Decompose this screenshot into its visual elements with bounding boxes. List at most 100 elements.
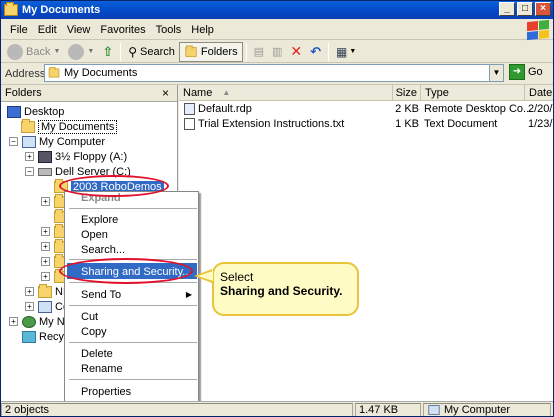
back-button[interactable]: Back ▼ <box>3 42 64 62</box>
expand-icon[interactable]: + <box>41 257 50 266</box>
title-bar[interactable]: My Documents _ □ × <box>1 1 553 19</box>
computer-icon <box>428 405 440 415</box>
minimize-button[interactable]: _ <box>499 2 515 16</box>
tree-item-recycle-bin[interactable]: Recyc <box>22 329 70 344</box>
file-date: 2/20/2 <box>528 102 553 115</box>
file-type: Text Document <box>424 117 498 130</box>
text-file-icon <box>184 117 195 130</box>
callout-pointer-fill <box>198 271 213 281</box>
desktop-icon <box>7 105 21 118</box>
go-button[interactable]: ➜ Go <box>509 64 543 80</box>
menu-item-explore[interactable]: Explore <box>81 212 118 227</box>
undo-icon: ↶ <box>310 43 322 59</box>
menu-file[interactable]: File <box>5 24 33 36</box>
views-button[interactable]: ▦ ▼ <box>332 42 360 62</box>
undo-button[interactable]: ↶ <box>306 42 325 62</box>
menu-strip <box>65 192 69 402</box>
floppy-icon <box>38 150 52 163</box>
menu-bar: File Edit View Favorites Tools Help <box>1 20 553 40</box>
copy-to-button[interactable]: ▥ <box>268 42 286 62</box>
address-input[interactable]: My Documents ▼ <box>44 64 504 82</box>
sort-ascending-icon: ▲ <box>222 88 231 97</box>
status-location: My Computer <box>423 403 551 416</box>
status-bar: 2 objects 1.47 KB My Computer <box>1 401 553 416</box>
delete-button[interactable]: ✕ <box>286 42 306 62</box>
status-size: 1.47 KB <box>355 403 421 416</box>
tree-item-my-computer[interactable]: − My Computer <box>9 134 105 149</box>
network-icon <box>22 315 36 328</box>
close-button[interactable]: × <box>535 2 551 16</box>
column-header-type[interactable]: Type <box>421 85 525 101</box>
menu-separator <box>69 208 197 209</box>
folders-button[interactable]: Folders <box>178 41 243 62</box>
menu-item-send-to[interactable]: Send To <box>81 287 121 302</box>
menu-separator <box>69 379 197 380</box>
menu-help[interactable]: Help <box>186 24 219 36</box>
chevron-down-icon: ▼ <box>53 48 61 55</box>
highlight-ellipse-folder <box>59 175 169 197</box>
toolbar: Back ▼ ▼ ⇧ ⚲ Search Folders ▤ ▥ ✕ ↶ ▦ ▼ <box>1 41 553 63</box>
windows-logo-icon <box>527 19 549 41</box>
search-icon: ⚲ <box>128 44 138 59</box>
column-header-size[interactable]: Size <box>393 85 421 101</box>
up-folder-button[interactable]: ⇧ <box>98 42 117 62</box>
column-header-date-modified[interactable]: Date M <box>525 85 553 101</box>
expand-icon[interactable]: + <box>9 317 18 326</box>
control-panel-icon <box>38 300 52 313</box>
highlight-ellipse-menu-item <box>59 258 193 284</box>
menu-item-rename[interactable]: Rename <box>81 361 123 376</box>
menu-edit[interactable]: Edit <box>33 24 62 36</box>
column-header-name[interactable]: Name ▲ <box>179 85 393 101</box>
views-icon: ▦ <box>336 44 348 59</box>
explorer-window: My Documents _ □ × File Edit View Favori… <box>0 0 554 417</box>
menu-item-delete[interactable]: Delete <box>81 346 113 361</box>
move-to-button[interactable]: ▤ <box>250 42 268 62</box>
file-date: 1/23/2 <box>528 117 553 130</box>
address-label: Address <box>5 67 46 80</box>
tree-item-my-documents[interactable]: My Documents <box>21 118 118 134</box>
drive-icon <box>38 167 52 176</box>
file-type: Remote Desktop Co... <box>424 102 533 115</box>
expand-icon[interactable]: + <box>25 287 34 296</box>
tree-item-co[interactable]: + Co <box>25 299 69 314</box>
expand-icon[interactable]: + <box>25 302 34 311</box>
expand-icon[interactable]: + <box>41 272 50 281</box>
search-button[interactable]: ⚲ Search <box>124 42 179 62</box>
menu-item-copy[interactable]: Copy <box>81 324 107 339</box>
menu-item-search[interactable]: Search... <box>81 242 125 257</box>
expand-icon[interactable]: + <box>41 227 50 236</box>
menu-tools[interactable]: Tools <box>151 24 187 36</box>
copy-to-icon: ▥ <box>272 46 283 58</box>
menu-item-cut[interactable]: Cut <box>81 309 98 324</box>
file-size: 2 KB <box>395 102 419 115</box>
forward-button[interactable]: ▼ <box>64 42 98 62</box>
folder-icon <box>21 118 35 133</box>
tree-item-my-network[interactable]: + My Ne <box>9 314 71 329</box>
menu-item-properties[interactable]: Properties <box>81 384 131 399</box>
file-list-pane: Name ▲ Size Type Date M Default.rdp 2 KB… <box>179 85 553 401</box>
address-dropdown-button[interactable]: ▼ <box>489 65 503 81</box>
submenu-arrow-icon: ▶ <box>185 290 192 299</box>
close-folders-pane-button[interactable]: × <box>162 86 169 100</box>
menu-view[interactable]: View <box>62 24 96 36</box>
collapse-icon[interactable]: − <box>9 137 18 146</box>
menu-favorites[interactable]: Favorites <box>95 24 150 36</box>
maximize-button[interactable]: □ <box>517 2 533 16</box>
back-arrow-icon <box>7 43 23 60</box>
collapse-icon[interactable]: − <box>25 167 34 176</box>
folder-icon <box>4 2 18 16</box>
expand-icon[interactable]: + <box>41 197 50 206</box>
up-arrow-icon: ⇧ <box>102 43 114 59</box>
expand-icon[interactable]: + <box>41 242 50 251</box>
tree-item-desktop[interactable]: Desktop <box>7 104 64 119</box>
status-object-count: 2 objects <box>1 403 353 416</box>
forward-arrow-icon <box>68 43 85 60</box>
file-row[interactable]: Trial Extension Instructions.txt <box>184 116 344 131</box>
file-row[interactable]: Default.rdp <box>184 101 252 116</box>
tree-item-floppy[interactable]: + 3½ Floppy (A:) <box>25 149 127 164</box>
file-size: 1 KB <box>395 117 419 130</box>
chevron-down-icon: ▼ <box>87 48 95 55</box>
menu-separator <box>69 342 197 343</box>
menu-item-open[interactable]: Open <box>81 227 108 242</box>
expand-icon[interactable]: + <box>25 152 34 161</box>
